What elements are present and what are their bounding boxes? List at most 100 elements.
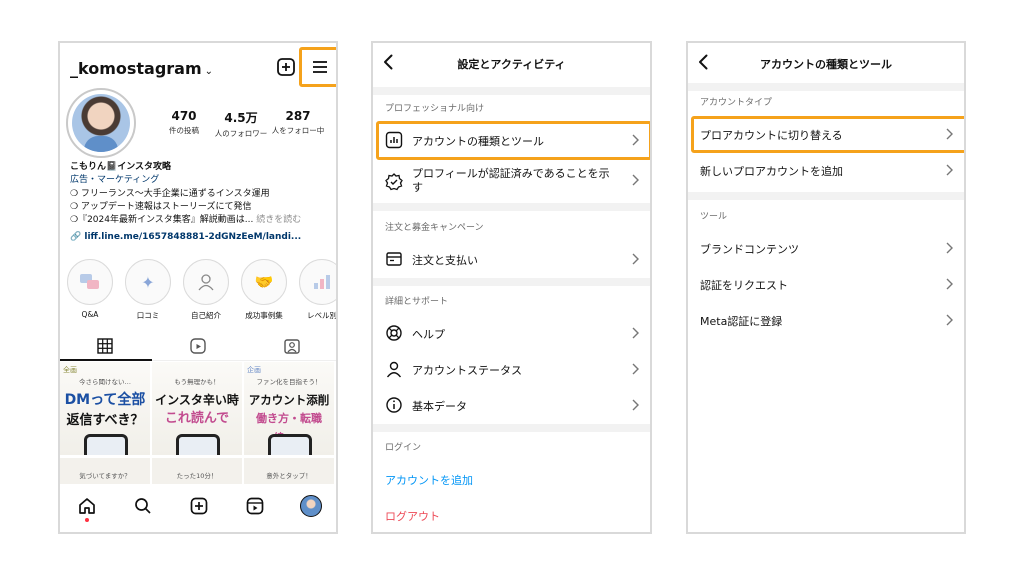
verified-profile-row[interactable]: プロフィールが認証済みであることを示す bbox=[373, 163, 650, 197]
tagged-icon[interactable] bbox=[284, 338, 300, 354]
lifebuoy-icon bbox=[386, 325, 402, 341]
bio-link[interactable]: 🔗 liff.line.me/1657848881-2dGNzEeM/landi… bbox=[70, 231, 332, 243]
phone-illustration bbox=[268, 434, 312, 455]
person-icon bbox=[386, 361, 402, 378]
profile-nav-avatar[interactable] bbox=[300, 495, 322, 517]
chevron-right-icon bbox=[946, 128, 953, 140]
account-status-row[interactable]: アカウントステータス bbox=[373, 352, 650, 386]
profile-avatar[interactable] bbox=[66, 88, 136, 158]
section-orders: 注文と募金キャンペーン bbox=[385, 223, 484, 233]
chevron-right-icon bbox=[632, 134, 639, 146]
basic-data-row[interactable]: 基本データ bbox=[373, 388, 650, 422]
post-thumbnail[interactable]: 全画 今さら聞けない… DMって全部 返信すべき？ bbox=[60, 362, 151, 456]
receipt-icon bbox=[386, 252, 402, 266]
grid-icon[interactable] bbox=[97, 338, 113, 354]
highlight-levels[interactable]: レベル別 bbox=[298, 259, 337, 321]
row-label: ブランドコンテンツ bbox=[700, 243, 799, 256]
meta-verified-row[interactable]: Meta認証に登録 bbox=[688, 303, 964, 337]
help-row[interactable]: ヘルプ bbox=[373, 316, 650, 350]
highlight-label: Q&A bbox=[81, 310, 99, 319]
divider bbox=[688, 83, 964, 91]
highlight-label: 口コミ bbox=[136, 311, 160, 320]
branded-content-row[interactable]: ブランドコンテンツ bbox=[688, 231, 964, 265]
bio-line-3: ❍『2024年最新インスタ集客』解説動画は... 続きを読む bbox=[70, 214, 332, 226]
search-icon[interactable] bbox=[133, 496, 153, 516]
chevron-right-icon bbox=[632, 363, 639, 375]
story-highlights: Q&A ✦ 口コミ 自己紹介 🤝 成功事例集 レベル別 bbox=[66, 259, 337, 323]
create-icon[interactable] bbox=[189, 496, 209, 516]
post-thumbnail[interactable]: たった10分！ bbox=[152, 458, 243, 484]
chevron-right-icon bbox=[632, 399, 639, 411]
orders-payments-row[interactable]: 注文と支払い bbox=[373, 242, 650, 276]
post-headline: インスタ辛い時 bbox=[155, 393, 239, 407]
post-thumbnail[interactable]: 企画 ファン化を目指そう！ アカウント添削 働き方・転職 編 bbox=[244, 362, 335, 456]
section-login: ログイン bbox=[385, 443, 422, 453]
qa-icon bbox=[67, 259, 113, 305]
phone-illustration bbox=[84, 434, 128, 455]
home-icon[interactable] bbox=[77, 496, 97, 516]
username-switcher[interactable]: _komostagram ⌄ bbox=[70, 59, 213, 78]
bottom-navigation bbox=[60, 484, 336, 532]
highlight-success[interactable]: 🤝 成功事例集 bbox=[240, 259, 288, 321]
handshake-icon: 🤝 bbox=[241, 259, 287, 305]
add-account-link[interactable]: アカウントを追加 bbox=[385, 472, 473, 488]
avatar bbox=[72, 94, 130, 152]
post-subtitle: 今さら聞けない… bbox=[79, 378, 131, 386]
divider bbox=[373, 278, 650, 286]
post-subtitle: 意外とタップ！ bbox=[266, 472, 312, 480]
link-icon: 🔗 bbox=[70, 232, 82, 242]
section-pro: プロフェッショナル向け bbox=[385, 104, 485, 114]
row-label: プロフィールが認証済みであることを示す bbox=[412, 167, 610, 194]
following-stat[interactable]: 287 人をフォロー中 bbox=[267, 109, 329, 136]
chevron-right-icon bbox=[946, 242, 953, 254]
row-label: 注文と支払い bbox=[412, 254, 478, 267]
phone-illustration bbox=[176, 434, 220, 455]
chevron-right-icon bbox=[632, 253, 639, 265]
account-type-tools-row[interactable]: アカウントの種類とツール bbox=[373, 123, 650, 157]
post-headline: DMって全部 bbox=[64, 392, 146, 408]
request-verification-row[interactable]: 認証をリクエスト bbox=[688, 267, 964, 301]
highlight-label: レベル別 bbox=[307, 311, 337, 320]
reels-icon[interactable] bbox=[190, 338, 206, 354]
page-title: 設定とアクティビティ bbox=[457, 58, 566, 71]
profile-category[interactable]: 広告・マーケティング bbox=[70, 174, 332, 186]
account-type-tools-screen: アカウントの種類とツール アカウントタイプ プロアカウントに切り替える 新しいプ… bbox=[686, 41, 966, 534]
highlight-qa[interactable]: Q&A bbox=[66, 259, 114, 319]
sparkle-icon: ✦ bbox=[125, 259, 171, 305]
create-post-icon[interactable] bbox=[274, 55, 298, 79]
post-subtitle: 気づいてますか？ bbox=[79, 472, 131, 480]
post-subtitle: ファン化を目指そう！ bbox=[256, 378, 322, 386]
logout-link[interactable]: ログアウト bbox=[385, 508, 440, 524]
menu-icon[interactable] bbox=[308, 55, 332, 79]
read-more-link[interactable]: 続きを読む bbox=[253, 215, 301, 225]
row-label: アカウントの種類とツール bbox=[412, 135, 544, 148]
add-pro-account-row[interactable]: 新しいプロアカウントを追加 bbox=[688, 153, 964, 187]
bio-line-1: ❍ フリーランス〜大手企業に通ずるインスタ運用 bbox=[70, 189, 270, 199]
highlight-reviews[interactable]: ✦ 口コミ bbox=[124, 259, 172, 321]
section-tools: ツール bbox=[700, 212, 728, 222]
chevron-down-icon: ⌄ bbox=[204, 66, 214, 77]
posts-count: 470 bbox=[171, 109, 197, 123]
page-title: アカウントの種類とツール bbox=[760, 58, 892, 71]
followers-count: 4.5万 bbox=[224, 111, 258, 125]
reels-nav-icon[interactable] bbox=[245, 496, 265, 516]
section-account-type: アカウントタイプ bbox=[700, 98, 773, 108]
switch-to-pro-row[interactable]: プロアカウントに切り替える bbox=[688, 117, 964, 151]
settings-header: 設定とアクティビティ bbox=[373, 43, 650, 83]
verified-badge-icon bbox=[385, 173, 403, 191]
bar-chart-icon bbox=[385, 131, 403, 149]
chevron-right-icon bbox=[632, 174, 639, 186]
posts-stat[interactable]: 470 件の投稿 bbox=[153, 109, 215, 136]
person-icon bbox=[183, 259, 229, 305]
chevron-right-icon bbox=[946, 314, 953, 326]
highlight-intro[interactable]: 自己紹介 bbox=[182, 259, 230, 321]
bio-line-3-text: ❍『2024年最新インスタ集客』解説動画は... bbox=[70, 215, 254, 225]
post-subtitle: たった10分！ bbox=[176, 472, 218, 480]
post-thumbnail[interactable]: 意外とタップ！ bbox=[244, 458, 335, 484]
post-headline-2: 働き方・転職 bbox=[256, 412, 322, 425]
profile-screen: _komostagram ⌄ 470 件の投稿 4.5万 人のフォロワー 287 人をフ… bbox=[58, 41, 338, 534]
post-thumbnail[interactable]: 気づいてますか？ bbox=[60, 458, 151, 484]
followers-stat[interactable]: 4.5万 人のフォロワー bbox=[210, 109, 272, 139]
chart-icon bbox=[299, 259, 336, 305]
post-thumbnail[interactable]: もう無理かも！ インスタ辛い時 これ読んで bbox=[152, 362, 243, 456]
